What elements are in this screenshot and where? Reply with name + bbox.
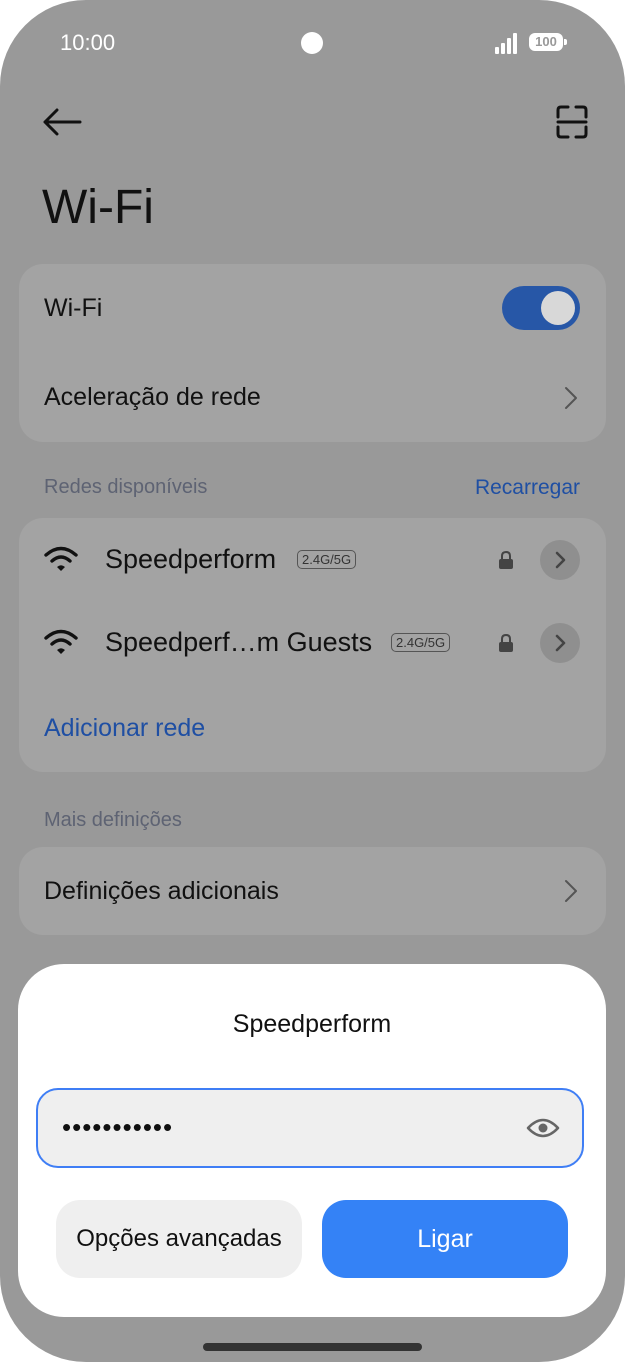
wifi-icon [44, 546, 78, 571]
network-acceleration-row[interactable]: Aceleração de rede [19, 353, 606, 442]
chevron-right-icon [565, 880, 577, 902]
reload-button[interactable]: Recarregar [475, 476, 580, 500]
phone-screen: 10:00 100 Wi-Fi Wi-Fi Aceleração de rede [0, 0, 625, 1362]
home-indicator[interactable] [203, 1343, 422, 1351]
more-settings-label: Mais definições [44, 809, 182, 831]
toggle-knob [541, 291, 575, 325]
wifi-icon [44, 629, 78, 654]
password-field[interactable]: ••••••••••• [36, 1088, 584, 1168]
chevron-right-icon [555, 551, 566, 569]
password-value: ••••••••••• [62, 1112, 174, 1142]
eye-icon[interactable] [526, 1116, 560, 1140]
camera-cutout [301, 32, 323, 54]
dialog-title: Speedperform [232, 1010, 392, 1038]
connect-button[interactable]: Ligar [322, 1200, 568, 1278]
additional-settings-label: Definições adicionais [44, 877, 279, 905]
lock-icon [499, 550, 513, 569]
lock-icon [499, 633, 513, 652]
status-bar: 10:00 100 [0, 0, 625, 88]
available-networks-label: Redes disponíveis [44, 476, 208, 498]
page-title: Wi-Fi [42, 181, 154, 234]
signal-icon [495, 32, 521, 54]
network-details-button[interactable] [540, 540, 580, 580]
scan-button[interactable] [550, 100, 594, 144]
wifi-toggle-row[interactable]: Wi-Fi [19, 264, 606, 353]
band-badge: 2.4G/5G [391, 633, 451, 652]
network-item[interactable]: Speedperform 2.4G/5G [19, 518, 606, 602]
network-acceleration-label: Aceleração de rede [44, 383, 261, 411]
networks-card: Speedperform 2.4G/5G Speedperf…m Guests … [19, 518, 606, 772]
chevron-right-icon [565, 387, 577, 409]
wifi-toggle[interactable] [502, 286, 580, 330]
connect-dialog: Speedperform ••••••••••• Opções avançada… [18, 964, 606, 1317]
network-item[interactable]: Speedperf…m Guests 2.4G/5G [19, 602, 606, 686]
status-time: 10:00 [60, 30, 116, 55]
network-details-button[interactable] [540, 623, 580, 663]
additional-settings-row[interactable]: Definições adicionais [19, 847, 606, 935]
wifi-settings-card: Wi-Fi Aceleração de rede [19, 264, 606, 442]
add-network-button[interactable]: Adicionar rede [44, 714, 205, 743]
band-badge: 2.4G/5G [297, 550, 357, 569]
network-name: Speedperform [105, 544, 277, 574]
battery-icon: 100 [529, 33, 567, 51]
wifi-label: Wi-Fi [44, 294, 103, 322]
arrow-left-icon [43, 108, 82, 136]
advanced-options-button[interactable]: Opções avançadas [56, 1200, 302, 1278]
chevron-right-icon [555, 634, 566, 652]
back-button[interactable] [40, 100, 84, 144]
scan-icon [556, 105, 588, 139]
network-name: Speedperf…m Guests [105, 627, 373, 657]
